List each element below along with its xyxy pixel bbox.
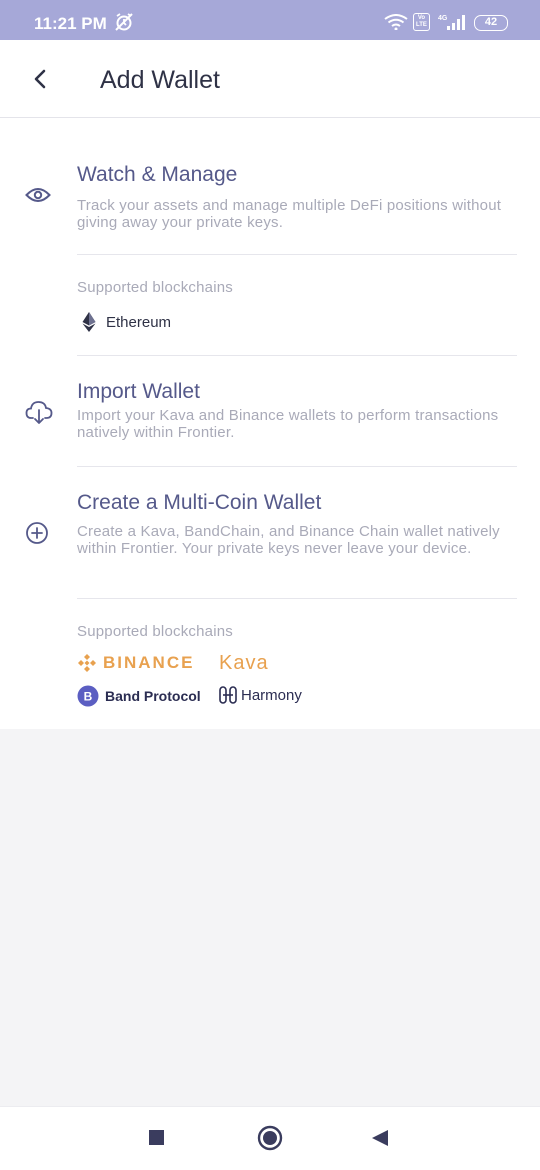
option-title: Watch & Manage bbox=[77, 163, 238, 186]
divider bbox=[77, 598, 517, 599]
supported-blockchains-label: Supported blockchains bbox=[77, 279, 233, 296]
back-button[interactable] bbox=[26, 62, 56, 96]
kava-chain: Kava bbox=[219, 652, 269, 675]
signal-icon: 4G bbox=[438, 15, 465, 30]
option-description: Import your Kava and Binance wallets to … bbox=[77, 407, 499, 441]
binance-logo-icon bbox=[78, 654, 96, 672]
harmony-label: Harmony bbox=[241, 686, 302, 704]
wallet-options-list: Watch & Manage Track your assets and man… bbox=[0, 118, 540, 729]
divider bbox=[77, 466, 517, 467]
option-title: Import Wallet bbox=[77, 380, 200, 403]
network-type: 4G bbox=[438, 15, 448, 22]
ethereum-label: Ethereum bbox=[106, 313, 172, 331]
square-icon[interactable] bbox=[148, 1129, 166, 1147]
band-protocol-chain: B Band Protocol bbox=[77, 685, 201, 707]
band-protocol-logo-icon: B bbox=[77, 685, 99, 707]
page-title: Add Wallet bbox=[100, 66, 220, 94]
ethereum-chain: Ethereum bbox=[82, 312, 171, 332]
option-description: Track your assets and manage multiple De… bbox=[77, 197, 502, 231]
navigation-bar bbox=[0, 1106, 540, 1170]
harmony-chain: Harmony bbox=[219, 686, 302, 704]
band-protocol-label: Band Protocol bbox=[105, 688, 201, 704]
ethereum-icon bbox=[82, 312, 96, 332]
watch-manage-option[interactable]: Watch & Manage Track your assets and man… bbox=[0, 158, 540, 238]
divider bbox=[77, 254, 517, 255]
option-description: Create a Kava, BandChain, and Binance Ch… bbox=[77, 523, 500, 557]
status-bar: 11:21 PM Vo LTE 4G 42 bbox=[0, 0, 540, 40]
supported-blockchains-label: Supported blockchains bbox=[77, 623, 233, 640]
svg-text:B: B bbox=[84, 690, 93, 704]
circle-home-icon[interactable] bbox=[257, 1125, 283, 1151]
battery-indicator: 42 bbox=[474, 15, 508, 31]
option-title: Create a Multi-Coin Wallet bbox=[77, 491, 322, 514]
wifi-icon bbox=[384, 14, 408, 30]
eye-icon bbox=[25, 188, 51, 202]
chevron-left-icon bbox=[34, 69, 46, 89]
kava-label: Kava bbox=[219, 652, 269, 674]
binance-chain: BINANCE bbox=[77, 653, 194, 673]
import-wallet-option[interactable]: Import Wallet Import your Kava and Binan… bbox=[0, 376, 540, 446]
binance-label: BINANCE bbox=[103, 653, 195, 672]
triangle-back-icon[interactable] bbox=[370, 1128, 390, 1148]
volte-badge: Vo LTE bbox=[413, 13, 430, 31]
divider bbox=[77, 355, 517, 356]
app-bar: Add Wallet bbox=[0, 40, 540, 118]
create-multicoin-wallet-option[interactable]: Create a Multi-Coin Wallet Create a Kava… bbox=[0, 488, 540, 578]
status-time: 11:21 PM bbox=[34, 14, 107, 33]
cloud-download-icon bbox=[25, 401, 53, 424]
harmony-logo-icon bbox=[219, 686, 237, 704]
alarm-off-icon bbox=[115, 13, 133, 31]
plus-circle-icon bbox=[26, 522, 48, 544]
